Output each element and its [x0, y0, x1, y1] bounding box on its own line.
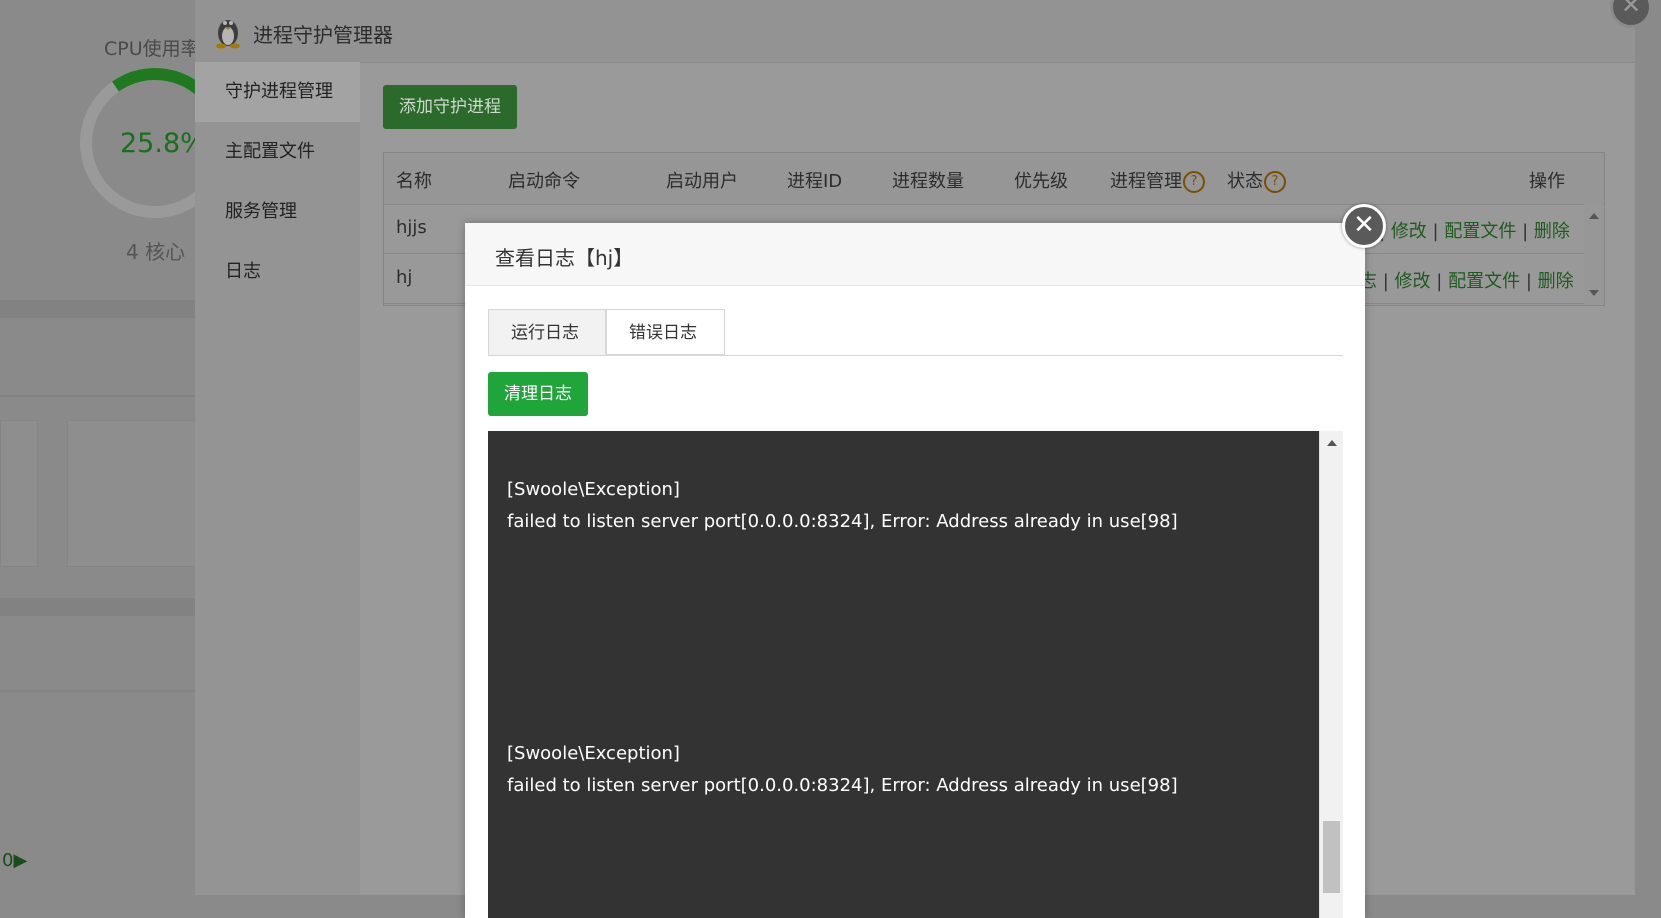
column-header-priority: 优先级 — [1014, 171, 1068, 192]
cpu-usage-value: 25.8% — [120, 128, 206, 159]
add-daemon-button[interactable]: 添加守护进程 — [383, 85, 517, 129]
config-file-link[interactable]: 配置文件 — [1444, 221, 1516, 242]
help-icon[interactable]: ? — [1264, 171, 1286, 193]
column-header-name: 名称 — [396, 171, 432, 192]
sidebar-item-daemon[interactable]: 守护进程管理 — [195, 62, 360, 122]
sidebar: 守护进程管理 主配置文件 服务管理 日志 — [195, 62, 360, 895]
play-arrow-icon: 0▶ — [2, 850, 28, 871]
column-header-process-count: 进程数量 — [892, 171, 964, 192]
table-header: 名称 启动命令 启动用户 进程ID 进程数量 优先级 进程管理? 状态? 操作 — [384, 153, 1604, 205]
log-line: [Swoole\Exception] — [507, 743, 680, 764]
log-line: failed to listen server port[0.0.0.0:832… — [507, 511, 1178, 532]
scroll-down-icon[interactable] — [1589, 290, 1599, 296]
sidebar-item-main-config[interactable]: 主配置文件 — [195, 122, 360, 182]
sidebar-item-log[interactable]: 日志 — [195, 242, 360, 302]
help-icon[interactable]: ? — [1183, 171, 1205, 193]
scroll-up-icon[interactable] — [1589, 213, 1599, 219]
separator: | — [1525, 271, 1532, 292]
column-header-command: 启动命令 — [508, 171, 580, 192]
dialog-header: 查看日志【hj】 — [465, 223, 1365, 286]
divider — [0, 598, 200, 616]
delete-link[interactable]: 删除 — [1538, 271, 1574, 292]
row-actions: 志 | 修改 | 配置文件 | 删除 — [1359, 267, 1574, 293]
delete-link[interactable]: 删除 — [1534, 221, 1570, 242]
scroll-up-icon[interactable] — [1327, 440, 1337, 446]
close-icon[interactable]: ✕ — [1342, 204, 1386, 248]
process-name: hj — [396, 267, 413, 288]
divider — [0, 300, 200, 318]
process-name: hjjs — [396, 217, 427, 238]
config-file-link[interactable]: 配置文件 — [1448, 271, 1520, 292]
column-header-status: 状态? — [1227, 167, 1286, 193]
dialog-title: 查看日志【hj】 — [495, 246, 634, 270]
stat-card — [67, 420, 197, 567]
column-header-label: 状态 — [1227, 171, 1263, 192]
divider — [0, 690, 200, 692]
sidebar-item-service[interactable]: 服务管理 — [195, 182, 360, 242]
edit-link[interactable]: 修改 — [1391, 221, 1427, 242]
separator: | — [1382, 271, 1389, 292]
tux-penguin-icon — [216, 20, 240, 49]
column-header-process-mgmt: 进程管理? — [1110, 167, 1205, 193]
cpu-usage-title: CPU使用率 — [104, 38, 200, 60]
divider — [0, 395, 200, 397]
log-tabs: 运行日志 错误日志 — [488, 309, 1343, 356]
separator: | — [1432, 221, 1439, 242]
window-title: 进程守护管理器 — [253, 23, 393, 47]
clear-log-button[interactable]: 清理日志 — [488, 372, 588, 416]
cpu-core-count: 4 核心 — [126, 240, 186, 264]
tab-run-log[interactable]: 运行日志 — [488, 309, 606, 355]
log-scrollbar[interactable] — [1319, 431, 1343, 918]
column-header-pid: 进程ID — [787, 171, 843, 192]
log-output[interactable]: [Swoole\Exception] failed to listen serv… — [488, 431, 1319, 918]
column-header-user: 启动用户 — [666, 171, 738, 192]
row-actions: | 修改 | 配置文件 | 删除 — [1379, 217, 1570, 243]
log-line: failed to listen server port[0.0.0.0:832… — [507, 775, 1178, 796]
edit-link[interactable]: 修改 — [1395, 271, 1431, 292]
log-line: [Swoole\Exception] — [507, 479, 680, 500]
log-dialog: 查看日志【hj】 ✕ 运行日志 错误日志 清理日志 [Swoole\Except… — [465, 204, 1386, 918]
table-scrollbar[interactable] — [1584, 204, 1603, 304]
window-header: 进程守护管理器 — [195, 0, 1635, 63]
separator: | — [1522, 221, 1529, 242]
scrollbar-thumb[interactable] — [1323, 821, 1340, 893]
column-header-actions: 操作 — [1529, 171, 1565, 192]
separator: | — [1436, 271, 1443, 292]
tab-error-log[interactable]: 错误日志 — [606, 309, 725, 355]
column-header-label: 进程管理 — [1110, 171, 1182, 192]
stat-card — [0, 420, 38, 567]
